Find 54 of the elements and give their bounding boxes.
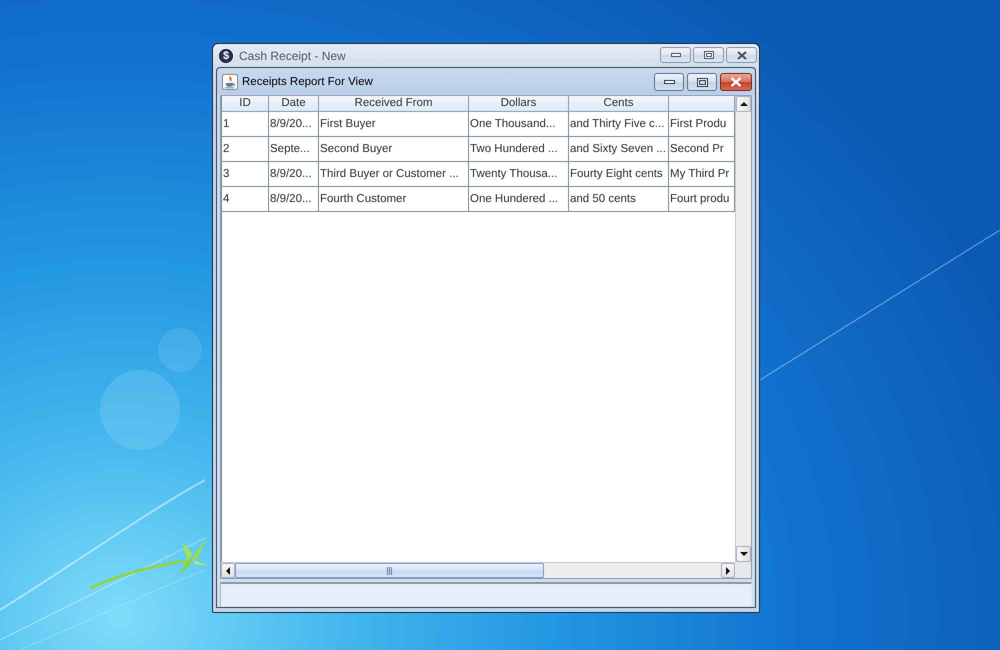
table-cell: Septe... (269, 137, 319, 162)
window-title: Cash Receipt - New (239, 48, 346, 62)
maximize-icon (704, 51, 714, 59)
table-cell: 3 (222, 162, 269, 187)
column-header[interactable]: Cents (569, 96, 669, 112)
column-header[interactable]: Date (269, 96, 319, 112)
horizontal-scrollbar[interactable] (221, 562, 735, 578)
table-cell: Third Buyer or Customer ... (319, 162, 469, 187)
minimize-icon (664, 80, 674, 84)
table-cell: Second Buyer (319, 137, 469, 162)
table-cell: 8/9/20... (269, 112, 319, 137)
maximize-icon (696, 78, 708, 86)
table-cell: Fourth Customer (319, 187, 469, 212)
scrollbar-thumb[interactable] (235, 563, 544, 578)
table-cell: 8/9/20... (269, 187, 319, 212)
scroll-up-button[interactable] (736, 96, 751, 112)
close-icon (730, 77, 742, 87)
table-cell: First Buyer (319, 112, 469, 137)
table-cell: Two Hundered ... (469, 137, 569, 162)
scroll-down-button[interactable] (736, 546, 751, 562)
minimize-icon (670, 53, 680, 57)
frame-title: Receipts Report For View (242, 76, 373, 88)
column-header[interactable]: ID (222, 96, 269, 112)
scrollbar-corner (735, 562, 751, 578)
table-cell: and Sixty Seven ... (569, 137, 669, 162)
right-triangle-icon (726, 566, 730, 574)
left-triangle-icon (226, 566, 230, 574)
table-cell: 4 (222, 187, 269, 212)
dollar-icon: $ (219, 48, 233, 62)
table-cell: and Thirty Five c... (569, 112, 669, 137)
maximize-button[interactable] (687, 73, 717, 91)
close-button[interactable] (726, 47, 757, 63)
close-button[interactable] (720, 73, 752, 91)
table-cell: One Hundered ... (469, 187, 569, 212)
up-triangle-icon (740, 102, 748, 106)
scroll-left-button[interactable] (221, 563, 235, 578)
maximize-button[interactable] (693, 47, 724, 63)
table-cell: 2 (222, 137, 269, 162)
minimize-button[interactable] (654, 73, 684, 91)
table-cell: 1 (222, 112, 269, 137)
column-header[interactable]: Received From (319, 96, 469, 112)
column-header[interactable]: Dollars (469, 96, 569, 112)
close-icon (736, 50, 746, 60)
table-cell: Fourty Eight cents (569, 162, 669, 187)
down-triangle-icon (740, 552, 748, 556)
table-cell: Twenty Thousa... (469, 162, 569, 187)
minimize-button[interactable] (660, 47, 691, 63)
scroll-right-button[interactable] (721, 563, 735, 578)
coffee-cup-icon (222, 74, 238, 90)
vertical-scrollbar[interactable] (735, 96, 751, 562)
table-cell: and 50 cents (569, 187, 669, 212)
table-cell: One Thousand... (469, 112, 569, 137)
table-cell: 8/9/20... (269, 162, 319, 187)
grip-icon (387, 566, 392, 574)
